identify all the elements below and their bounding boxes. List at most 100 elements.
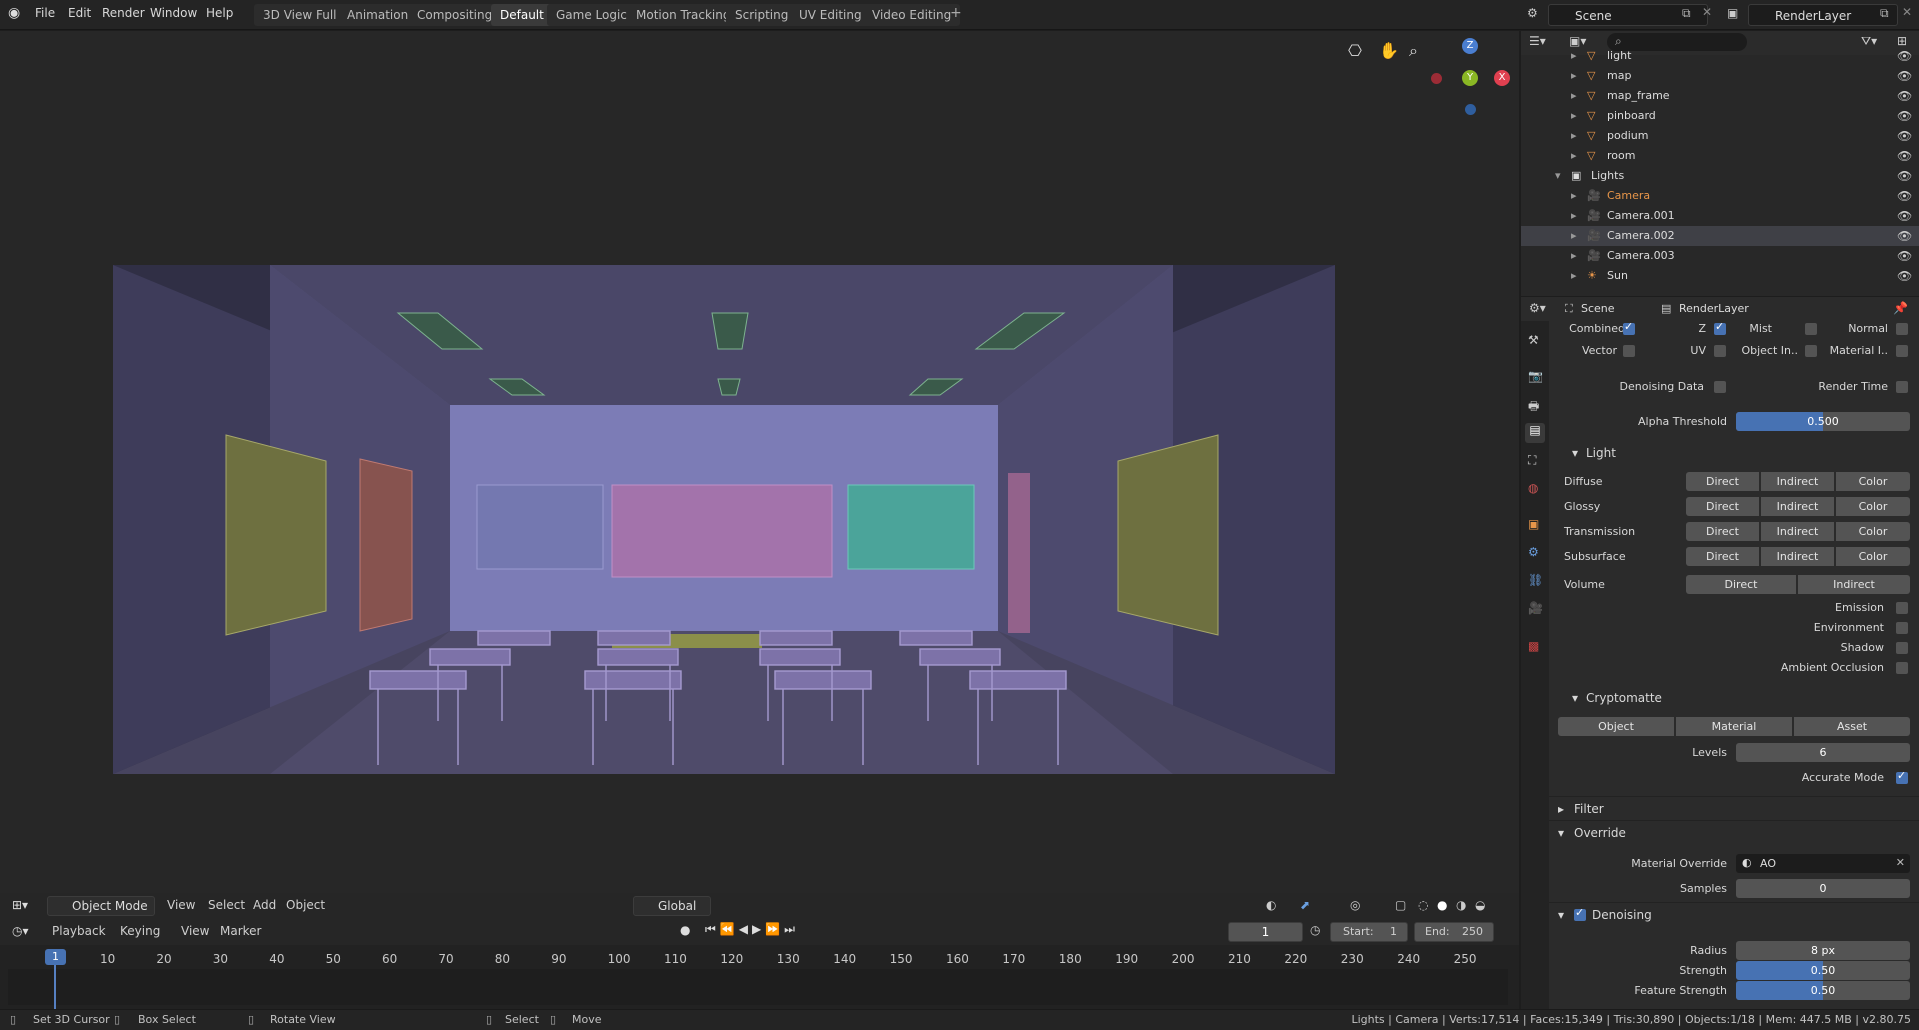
mode-dropdown[interactable]: Object Mode: [47, 896, 155, 916]
menu-timeline-view[interactable]: View: [181, 924, 209, 938]
light-section-title[interactable]: Light: [1586, 446, 1616, 460]
timeline-editor-icon[interactable]: ◷▾: [12, 924, 29, 938]
visibility-eye-icon[interactable]: 👁: [1897, 209, 1912, 223]
samples-field[interactable]: 0: [1736, 879, 1910, 898]
copy-scene-icon[interactable]: ⧉: [1682, 6, 1691, 21]
expand-arrow-icon[interactable]: ▸: [1571, 269, 1577, 282]
render-layer-icon[interactable]: ▣: [1727, 6, 1738, 20]
expand-arrow-icon[interactable]: ▸: [1571, 149, 1577, 162]
expand-arrow-icon[interactable]: ▸: [1571, 189, 1577, 202]
visibility-eye-icon[interactable]: 👁: [1897, 169, 1912, 183]
expand-arrow-icon[interactable]: ▸: [1571, 89, 1577, 102]
denoising-checkbox[interactable]: [1574, 906, 1586, 921]
gizmo-y-axis[interactable]: Y: [1462, 70, 1478, 86]
denoising-section-header[interactable]: ▾: [1558, 908, 1564, 922]
zoom-icon[interactable]: ⌕: [1409, 41, 1418, 61]
pass-material_i-checkbox[interactable]: [1896, 345, 1908, 357]
clock-icon[interactable]: ◷: [1310, 923, 1320, 937]
menu-file[interactable]: File: [35, 6, 55, 20]
outliner-item-podium[interactable]: ▸ ▽ podium 👁: [1521, 126, 1919, 146]
shadow-checkbox[interactable]: [1896, 642, 1908, 654]
menu-window[interactable]: Window: [150, 6, 197, 20]
expand-arrow-icon[interactable]: ▸: [1571, 49, 1577, 62]
outliner-item-sun[interactable]: ▸ ☀ Sun 👁: [1521, 266, 1919, 286]
pass-render_time-checkbox[interactable]: [1896, 381, 1908, 393]
pass-normal-checkbox[interactable]: [1896, 323, 1908, 335]
world-tab-icon[interactable]: ◍: [1528, 481, 1538, 495]
clear-override-icon[interactable]: ✕: [1896, 856, 1905, 869]
light-subsurface-direct-button[interactable]: Direct: [1686, 547, 1760, 566]
tab-game-logic[interactable]: Game Logic: [547, 4, 636, 26]
visibility-eye-icon[interactable]: 👁: [1897, 69, 1912, 83]
outliner-item-room[interactable]: ▸ ▽ room 👁: [1521, 146, 1919, 166]
visibility-eye-icon[interactable]: 👁: [1897, 89, 1912, 103]
texture-tab-icon[interactable]: ▩: [1528, 639, 1539, 653]
crypto-object-button[interactable]: Object: [1558, 717, 1675, 736]
menu-view[interactable]: View: [167, 898, 195, 912]
filter-section-header[interactable]: ▸: [1558, 802, 1564, 816]
expand-arrow-icon[interactable]: ▸: [1571, 69, 1577, 82]
add-workspace-icon[interactable]: +: [950, 5, 962, 21]
outliner-item-camera-001[interactable]: ▸ 🎥 Camera.001 👁: [1521, 206, 1919, 226]
light-glossy-color-button[interactable]: Color: [1836, 497, 1910, 516]
light-diffuse-color-button[interactable]: Color: [1836, 472, 1910, 491]
gizmo-z-axis[interactable]: Z: [1462, 38, 1478, 54]
feature-strength-slider[interactable]: 0.50: [1736, 981, 1910, 1000]
playback-controls[interactable]: ⏮⏪◀▶⏩⏭: [705, 922, 799, 937]
menu-playback[interactable]: Playback: [52, 924, 106, 938]
outliner-item-lights[interactable]: ▾ ▣ Lights 👁: [1521, 166, 1919, 186]
override-section-title[interactable]: Override: [1574, 826, 1626, 840]
light-transmission-color-button[interactable]: Color: [1836, 522, 1910, 541]
visibility-eye-icon[interactable]: 👁: [1897, 229, 1912, 243]
blender-logo-icon[interactable]: ◉: [8, 5, 20, 21]
expand-arrow-icon[interactable]: ▸: [1571, 249, 1577, 262]
pass-denoising_data-checkbox[interactable]: [1714, 381, 1726, 393]
light-subsurface-color-button[interactable]: Color: [1836, 547, 1910, 566]
pass-z-checkbox[interactable]: [1714, 320, 1726, 335]
tab-scripting[interactable]: Scripting: [726, 4, 798, 26]
visibility-eye-icon[interactable]: 👁: [1897, 249, 1912, 263]
modifier-tab-icon[interactable]: ⚙: [1528, 545, 1539, 559]
menu-keying[interactable]: Keying: [120, 924, 160, 938]
outliner-item-map[interactable]: ▸ ▽ map 👁: [1521, 66, 1919, 86]
visibility-eye-icon[interactable]: 👁: [1897, 189, 1912, 203]
tab-default[interactable]: Default: [491, 4, 553, 26]
start-frame-field[interactable]: Start: 1: [1330, 922, 1408, 942]
gizmo-x-axis[interactable]: X: [1494, 70, 1510, 86]
menu-object[interactable]: Object: [286, 898, 325, 912]
menu-render[interactable]: Render: [102, 6, 145, 20]
material-override-field[interactable]: ◐ AO ✕: [1736, 854, 1910, 873]
pan-hand-icon[interactable]: ✋: [1379, 41, 1399, 60]
light-transmission-indirect-button[interactable]: Indirect: [1761, 522, 1835, 541]
current-frame-field[interactable]: 1: [1228, 922, 1303, 942]
visibility-eye-icon[interactable]: 👁: [1897, 269, 1912, 283]
filter-section-title[interactable]: Filter: [1574, 802, 1604, 816]
outliner-item-light[interactable]: ▸ ▽ light 👁: [1521, 46, 1919, 66]
menu-marker[interactable]: Marker: [220, 924, 261, 938]
overlay-icon[interactable]: ◎: [1350, 898, 1360, 912]
expand-arrow-icon[interactable]: ▸: [1571, 229, 1577, 242]
accurate-mode-checkbox[interactable]: [1896, 769, 1908, 784]
light-transmission-direct-button[interactable]: Direct: [1686, 522, 1760, 541]
render-layer-selector[interactable]: RenderLayer: [1748, 4, 1898, 26]
emission-checkbox[interactable]: [1896, 602, 1908, 614]
expand-arrow-icon[interactable]: ▸: [1571, 129, 1577, 142]
visibility-eye-icon[interactable]: 👁: [1897, 49, 1912, 63]
pass-uv-checkbox[interactable]: [1714, 345, 1726, 357]
outliner-item-pinboard[interactable]: ▸ ▽ pinboard 👁: [1521, 106, 1919, 126]
tab-3d-view-full[interactable]: 3D View Full: [254, 4, 346, 26]
outliner-item-camera-003[interactable]: ▸ 🎥 Camera.003 👁: [1521, 246, 1919, 266]
light-subsurface-indirect-button[interactable]: Indirect: [1761, 547, 1835, 566]
crypto-material-button[interactable]: Material: [1676, 717, 1793, 736]
gizmo-neg-x[interactable]: [1431, 73, 1442, 84]
output-tab-icon[interactable]: 🖶: [1528, 397, 1539, 418]
tab-video-editing[interactable]: Video Editing: [863, 4, 961, 26]
menu-help[interactable]: Help: [206, 6, 233, 20]
xray-icon[interactable]: ▢: [1395, 898, 1406, 912]
material-shading-icon[interactable]: ◑: [1456, 898, 1466, 912]
pin-icon[interactable]: 📌: [1893, 301, 1908, 315]
visibility-eye-icon[interactable]: 👁: [1897, 109, 1912, 123]
light-glossy-direct-button[interactable]: Direct: [1686, 497, 1760, 516]
record-icon[interactable]: ●: [680, 923, 690, 937]
light-glossy-indirect-button[interactable]: Indirect: [1761, 497, 1835, 516]
